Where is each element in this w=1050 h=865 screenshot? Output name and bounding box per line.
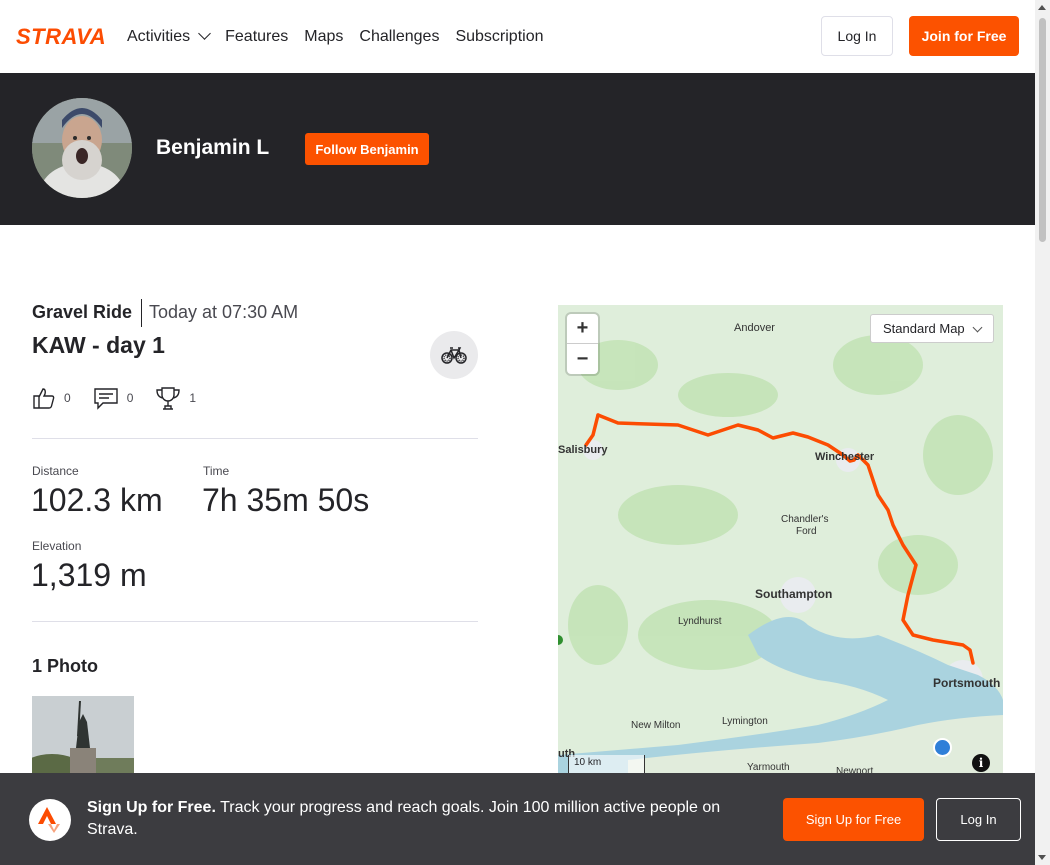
scroll-thumb[interactable] [1039, 18, 1046, 242]
nav-features[interactable]: Features [225, 28, 288, 46]
thumbs-up-icon [33, 388, 55, 409]
map-label-lyndhurst: Lyndhurst [678, 616, 722, 627]
strava-app-icon [29, 799, 71, 841]
athlete-banner: Benjamin L Follow Benjamin [0, 73, 1035, 225]
map-scale: 10 km [568, 755, 645, 775]
comments-count: 0 [126, 391, 134, 405]
signup-message: Sign Up for Free. Track your progress an… [87, 797, 767, 841]
nav-activities[interactable]: Activities [127, 26, 211, 46]
bottom-login-button[interactable]: Log In [936, 798, 1021, 841]
route-map[interactable]: Andover Salisbury Winchester Chandler's … [558, 305, 1003, 785]
kudos-count: 0 [64, 391, 71, 405]
map-label-yarmouth: Yarmouth [747, 762, 790, 773]
join-button[interactable]: Join for Free [909, 16, 1019, 56]
sport-badge [430, 331, 478, 379]
chevron-down-icon [972, 322, 983, 333]
map-label-winchester: Winchester [815, 451, 875, 463]
map-label-chandlers: Chandler's [781, 514, 829, 525]
time-value: 7h 35m 50s [202, 482, 370, 518]
map-label-andover: Andover [734, 322, 775, 334]
signup-button[interactable]: Sign Up for Free [783, 798, 924, 841]
map-label-portsmouth: Portsmouth [933, 676, 1000, 690]
info-icon[interactable]: i [972, 754, 990, 772]
achievements-button[interactable]: 1 [155, 385, 196, 411]
activity-type: Gravel Ride [32, 302, 133, 322]
social-actions: 0 0 1 [32, 384, 218, 412]
chevron-down-icon [198, 26, 211, 40]
map-label-southampton: Southampton [755, 587, 832, 601]
distance-label: Distance [32, 464, 79, 478]
activity-time: Today at 07:30 AM [149, 302, 299, 322]
top-nav: STRAVA Activities Features Maps Challeng… [0, 0, 1035, 73]
signup-bar: Sign Up for Free. Track your progress an… [0, 773, 1035, 865]
avatar[interactable] [32, 98, 132, 198]
comment-icon [93, 388, 118, 410]
achievements-count: 1 [189, 391, 197, 405]
athlete-name[interactable]: Benjamin L [156, 136, 269, 160]
comments-button[interactable]: 0 [93, 386, 134, 410]
main-nav: Activities Features Maps Challenges Subs… [127, 0, 544, 73]
scroll-up-arrow-icon[interactable] [1038, 5, 1046, 10]
kudos-button[interactable]: 0 [32, 386, 71, 410]
map-label-ford: Ford [796, 526, 817, 537]
signup-headline: Sign Up for Free. [87, 799, 216, 816]
time-label: Time [203, 464, 230, 478]
map-zoom-control: + − [567, 314, 598, 374]
zoom-in-button[interactable]: + [567, 314, 598, 344]
photo-marker-icon[interactable] [933, 738, 952, 757]
divider [32, 438, 478, 439]
strava-logo[interactable]: STRAVA [16, 24, 106, 50]
map-style-select[interactable]: Standard Map [870, 314, 994, 343]
map-label-lymington: Lymington [722, 716, 768, 727]
map-label-new-milton: New Milton [631, 720, 680, 731]
trophy-icon [156, 387, 181, 410]
divider [32, 621, 478, 622]
follow-button[interactable]: Follow Benjamin [305, 133, 429, 165]
nav-subscription[interactable]: Subscription [455, 28, 543, 46]
zoom-out-button[interactable]: − [567, 344, 598, 374]
elevation-label: Elevation [32, 539, 82, 553]
login-button[interactable]: Log In [821, 16, 893, 56]
scrollbar[interactable] [1035, 0, 1050, 865]
gravel-bike-icon [441, 347, 467, 364]
nav-maps[interactable]: Maps [304, 28, 343, 46]
distance-value: 102.3 km [31, 482, 163, 518]
elevation-value: 1,319 m [31, 557, 147, 593]
photos-title: 1 Photo [32, 656, 98, 676]
scroll-down-arrow-icon[interactable] [1038, 855, 1046, 860]
map-label-salisbury: Salisbury [558, 444, 608, 456]
map-style-value: Standard Map [883, 321, 965, 336]
divider [141, 299, 142, 327]
nav-challenges[interactable]: Challenges [359, 28, 439, 46]
nav-activities-label: Activities [127, 27, 191, 45]
activity-title: KAW - day 1 [32, 332, 165, 358]
